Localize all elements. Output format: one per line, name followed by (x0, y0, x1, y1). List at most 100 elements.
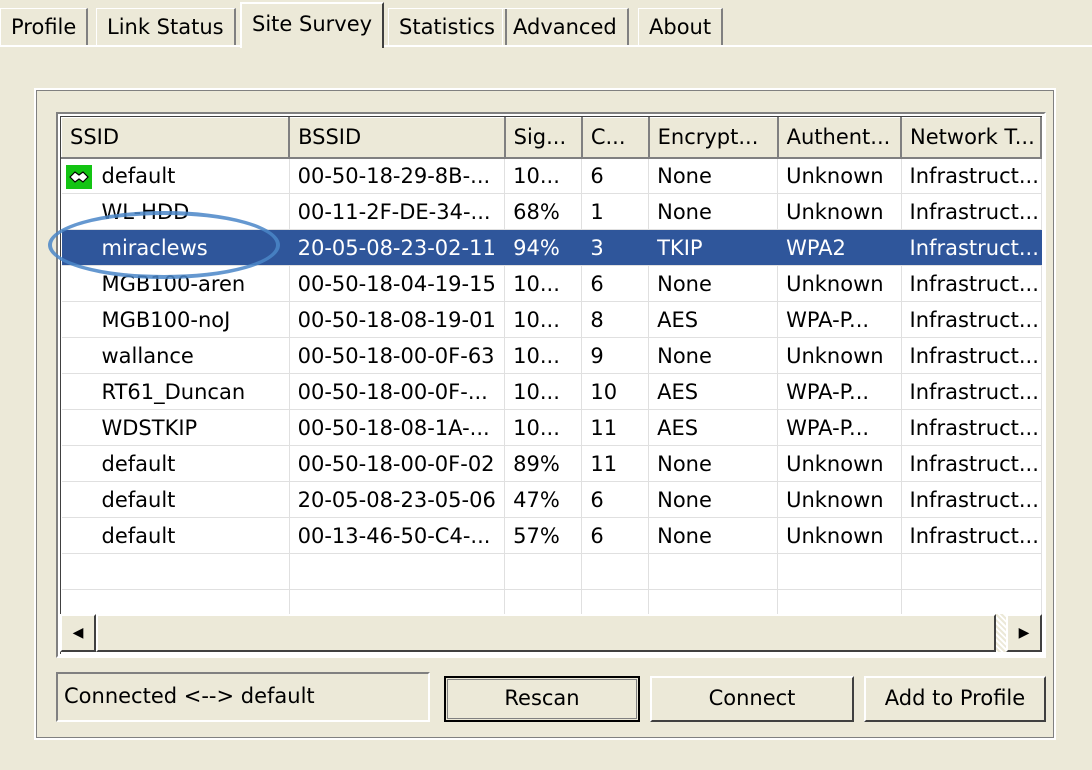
scrollbar-thumb[interactable] (96, 614, 996, 652)
cell-encryption: None (648, 265, 779, 302)
ssid-label: default (101, 487, 176, 512)
tab-site-survey[interactable]: Site Survey (240, 2, 385, 48)
arrow-left-icon: ◀ (72, 625, 84, 641)
empty-cell (648, 553, 779, 590)
cell-encryption: None (648, 445, 779, 482)
cell-signal: 57% (504, 517, 583, 554)
cell-network-type: Infrastruct... (901, 301, 1042, 338)
cell-bssid: 00-13-46-50-C4-... (289, 517, 506, 554)
cell-encryption: AES (648, 301, 779, 338)
arrow-right-icon: ▶ (1018, 625, 1030, 641)
cell-encryption: AES (648, 409, 779, 446)
cell-ssid: default (61, 445, 290, 482)
scroll-left-button[interactable]: ◀ (60, 614, 96, 652)
cell-authentication: WPA-P... (777, 409, 902, 446)
cell-network-type: Infrastruct... (901, 157, 1042, 194)
table-row[interactable]: default 00-50-18-00-0F-02 89% 11 None Unknown… (61, 445, 1042, 482)
cell-bssid: 00-50-18-08-1A-... (289, 409, 506, 446)
table-row[interactable]: default 00-50-18-29-8B-... 10... 6 None Unkno… (61, 157, 1042, 194)
cell-network-type: Infrastruct... (901, 481, 1042, 518)
ssid-label: WDSTKIP (101, 415, 198, 440)
table-row[interactable]: WDSTKIP 00-50-18-08-1A-... 10... 11 AES WPA-P… (61, 409, 1042, 446)
column-header-signal[interactable]: Sig... (504, 117, 583, 159)
tab-bar: Profile Link Status Site Survey Statisti… (0, 0, 1092, 48)
cell-signal: 10... (504, 157, 583, 194)
empty-cell (504, 553, 583, 590)
column-header-bssid[interactable]: BSSID (288, 117, 506, 159)
cell-ssid: default (61, 481, 290, 518)
cell-authentication: Unknown (777, 157, 902, 194)
cell-bssid: 20-05-08-23-05-06 (289, 481, 506, 518)
cell-encryption: None (648, 481, 779, 518)
connection-status: Connected <--> default (56, 672, 430, 722)
column-header-ssid[interactable]: SSID (61, 117, 291, 159)
cell-bssid: 00-50-18-00-0F-63 (289, 337, 506, 374)
tab-about[interactable]: About (638, 8, 724, 46)
cell-channel: 8 (581, 301, 650, 338)
cell-bssid: 00-50-18-08-19-01 (289, 301, 506, 338)
rescan-button[interactable]: Rescan (444, 676, 640, 722)
column-header-encryption[interactable]: Encrypt... (648, 117, 779, 159)
add-to-profile-button[interactable]: Add to Profile (864, 676, 1046, 722)
cell-channel: 6 (581, 265, 650, 302)
cell-channel: 1 (581, 193, 650, 230)
table-row[interactable]: MGB100-noJ 00-50-18-08-19-01 10... 8 AES WPA-… (61, 301, 1042, 338)
cell-encryption: None (648, 337, 779, 374)
ssid-label: RT61_Duncan (101, 379, 246, 404)
table-row[interactable]: miraclews 20-05-08-23-02-11 94% 3 TKIP WPA2 In… (61, 229, 1042, 266)
empty-row (61, 553, 1042, 590)
cell-signal: 94% (504, 229, 583, 266)
cell-authentication: WPA2 (777, 229, 902, 266)
column-header-network-type[interactable]: Network T... (900, 117, 1042, 159)
tab-link-status[interactable]: Link Status (96, 8, 236, 46)
cell-network-type: Infrastruct... (901, 373, 1042, 410)
connected-handshake-icon (65, 164, 92, 189)
cell-signal: 10... (504, 409, 583, 446)
cell-bssid: 20-05-08-23-02-11 (289, 229, 506, 266)
scroll-right-button[interactable]: ▶ (1006, 614, 1042, 652)
tab-divider (0, 45, 1092, 47)
cell-ssid: wallance (61, 337, 290, 374)
cell-ssid: MGB100-noJ (61, 301, 290, 338)
cell-bssid: 00-50-18-04-19-15 (289, 265, 506, 302)
table-row[interactable]: RT61_Duncan 00-50-18-00-0F-... 10... 10 AES W… (61, 373, 1042, 410)
cell-authentication: Unknown (777, 445, 902, 482)
cell-channel: 10 (581, 373, 650, 410)
cell-authentication: Unknown (777, 337, 902, 374)
tab-profile[interactable]: Profile (0, 8, 89, 46)
ssid-label: WL-HDD (101, 199, 190, 224)
cell-channel: 6 (581, 517, 650, 554)
network-list[interactable]: SSID BSSID Sig... C... Encrypt... Authen… (56, 112, 1046, 658)
cell-ssid: WDSTKIP (61, 409, 290, 446)
table-row[interactable]: MGB100-aren 00-50-18-04-19-15 10... 6 None Un… (61, 265, 1042, 302)
cell-ssid: default (61, 157, 290, 194)
cell-signal: 10... (504, 301, 583, 338)
cell-encryption: None (648, 157, 779, 194)
cell-authentication: Unknown (777, 517, 902, 554)
tab-statistics[interactable]: Statistics (388, 8, 507, 46)
table-row[interactable]: wallance 00-50-18-00-0F-63 10... 9 None Unkno… (61, 337, 1042, 374)
cell-ssid: RT61_Duncan (61, 373, 290, 410)
cell-authentication: Unknown (777, 265, 902, 302)
cell-bssid: 00-50-18-00-0F-02 (289, 445, 506, 482)
cell-channel: 6 (581, 157, 650, 194)
ssid-label: wallance (101, 343, 194, 368)
table-row[interactable]: WL-HDD 00-11-2F-DE-34-... 68% 1 None Unknown I… (61, 193, 1042, 230)
cell-network-type: Infrastruct... (901, 193, 1042, 230)
column-header-channel[interactable]: C... (581, 117, 650, 159)
cell-channel: 11 (581, 409, 650, 446)
column-header-authentication[interactable]: Authent... (777, 117, 903, 159)
cell-signal: 10... (504, 373, 583, 410)
cell-channel: 6 (581, 481, 650, 518)
horizontal-scrollbar[interactable]: ◀ ▶ (60, 614, 1042, 652)
tab-advanced[interactable]: Advanced (502, 8, 629, 46)
table-row[interactable]: default 20-05-08-23-05-06 47% 6 None Unknown I… (61, 481, 1042, 518)
table-row[interactable]: default 00-13-46-50-C4-... 57% 6 None Unknown… (61, 517, 1042, 554)
cell-network-type: Infrastruct... (901, 265, 1042, 302)
connect-button[interactable]: Connect (650, 676, 854, 722)
ssid-label: MGB100-aren (101, 271, 246, 296)
cell-network-type: Infrastruct... (901, 517, 1042, 554)
cell-ssid: WL-HDD (61, 193, 290, 230)
cell-signal: 10... (504, 337, 583, 374)
table-header: SSID BSSID Sig... C... Encrypt... Authen… (61, 117, 1042, 159)
